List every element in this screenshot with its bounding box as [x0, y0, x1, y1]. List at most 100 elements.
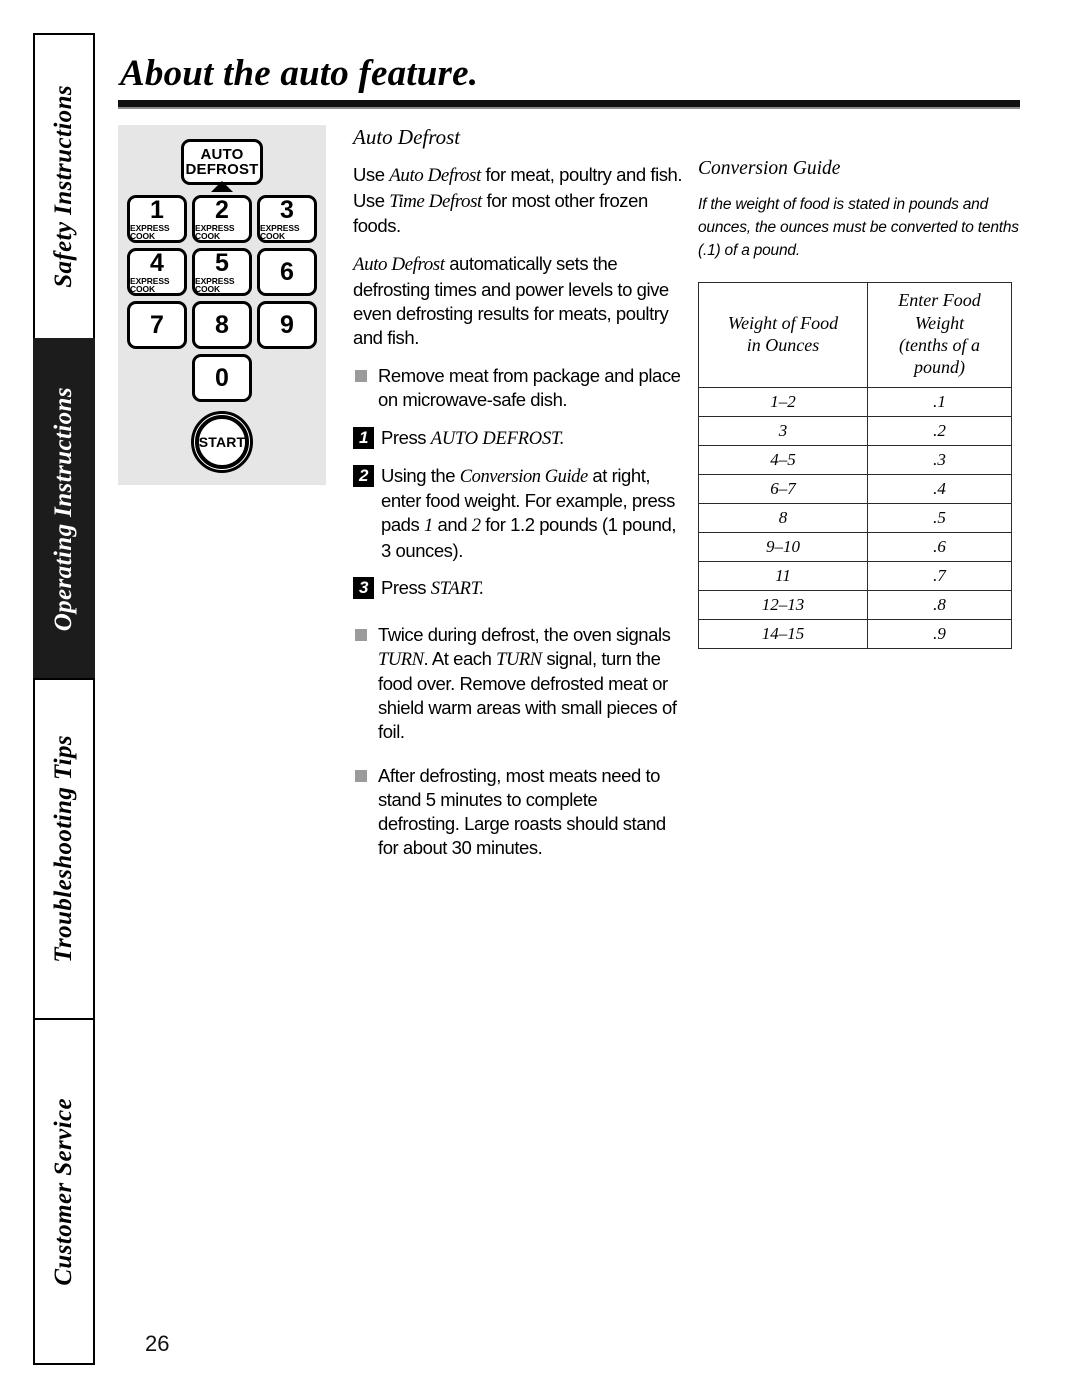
- header-line1: Weight of Food: [727, 312, 839, 333]
- text-frag: Press: [381, 427, 431, 449]
- step-2: 2 Using the Conversion Guide at right, e…: [353, 464, 683, 562]
- key-sublabel: EXPRESS COOK: [195, 275, 235, 294]
- key-number: 0: [215, 363, 229, 392]
- key-number: 8: [215, 310, 229, 339]
- cell-tenths: .3: [867, 444, 1012, 475]
- number-keypad: 1 EXPRESS COOK 2 EXPRESS COOK 3 EXPRESS …: [127, 195, 317, 402]
- cell-ounces: 3: [697, 415, 869, 446]
- key-sublabel: EXPRESS COOK: [260, 222, 300, 241]
- key-9[interactable]: 9: [257, 301, 317, 349]
- page-number: 26: [145, 1331, 170, 1356]
- cell-tenths: .4: [867, 473, 1012, 504]
- sidebar-item-label: Operating Instructions: [50, 386, 77, 632]
- text-frag: Using the: [381, 465, 460, 487]
- cell-tenths: .7: [867, 560, 1012, 591]
- text-frag-italic: Auto Defrost: [389, 165, 481, 186]
- bullet-standing-time: After defrosting, most meats need to sta…: [353, 764, 683, 860]
- sidebar-tabs: Safety Instructions Operating Instructio…: [33, 33, 95, 1365]
- step-number-badge: 3: [353, 576, 374, 599]
- text-frag-italic: AUTO DEFROST.: [430, 429, 565, 450]
- bullet-text: Remove meat from package and place on mi…: [378, 365, 681, 411]
- section-heading-auto-defrost: Auto Defrost: [353, 125, 461, 149]
- start-ring-inner: START: [195, 415, 249, 469]
- key-2[interactable]: 2 EXPRESS COOK: [192, 195, 252, 243]
- bullet-text: After defrosting, most meats need to sta…: [378, 764, 666, 858]
- text-frag-italic: Time Defrost: [389, 190, 482, 212]
- text-frag: and: [432, 514, 472, 536]
- key-number: 3: [280, 195, 294, 224]
- table-row: 9–10 .6: [697, 531, 1012, 562]
- column-header-weight-ounces: Weight of Food in Ounces: [697, 282, 869, 388]
- sidebar-item-label: Safety Instructions: [50, 85, 77, 288]
- key-1[interactable]: 1 EXPRESS COOK: [127, 195, 187, 243]
- text-frag: Press: [381, 576, 431, 598]
- key-4[interactable]: 4 EXPRESS COOK: [127, 248, 187, 296]
- keypad-diagram: AUTO DEFROST 1 EXPRESS COOK 2 EXPRESS CO…: [118, 125, 326, 485]
- sidebar-item-label: Customer Service: [50, 1097, 77, 1286]
- conversion-guide-column: Conversion Guide If the weight of food i…: [697, 158, 1020, 649]
- paragraph-auto-defrost-description: Auto Defrost automatically sets the defr…: [353, 252, 683, 350]
- main-text-column: Auto Defrost Use Auto Defrost for meat, …: [353, 125, 683, 874]
- page-title: About the auto feature.: [120, 53, 479, 94]
- table-row: 6–7 .4: [697, 473, 1012, 504]
- table-row: 12–13 .8: [697, 589, 1012, 620]
- auto-defrost-key[interactable]: AUTO DEFROST: [181, 139, 263, 185]
- bullet-turn-signal: Twice during defrost, the oven signals T…: [353, 623, 683, 744]
- text-frag-italic: TURN: [496, 649, 542, 670]
- cell-tenths: .5: [867, 502, 1012, 533]
- header-line2: (tenths of a pound): [899, 334, 980, 378]
- conversion-table: Weight of Food in Ounces Enter Food Weig…: [697, 282, 1012, 649]
- cell-tenths: .9: [867, 618, 1012, 649]
- key-7[interactable]: 7: [127, 301, 187, 349]
- cell-ounces: 6–7: [697, 473, 869, 504]
- table-row: 11 .7: [697, 560, 1012, 591]
- key-number: 7: [150, 310, 164, 339]
- sidebar-item-label: Troubleshooting Tips: [50, 735, 77, 963]
- square-bullet-icon: [355, 370, 367, 383]
- header-line2: in Ounces: [746, 334, 820, 355]
- conversion-guide-heading: Conversion Guide: [698, 158, 841, 179]
- header-line1: Enter Food Weight: [898, 290, 981, 333]
- cell-ounces: 14–15: [697, 618, 869, 649]
- step-1: 1 Press AUTO DEFROST.: [353, 426, 683, 451]
- cell-tenths: .6: [867, 531, 1012, 562]
- key-8[interactable]: 8: [192, 301, 252, 349]
- text-frag-italic: 1: [424, 516, 433, 537]
- key-3[interactable]: 3 EXPRESS COOK: [257, 195, 317, 243]
- key-sublabel: EXPRESS COOK: [195, 222, 235, 241]
- cell-ounces: 11: [697, 560, 869, 591]
- table-row: 14–15 .9: [697, 618, 1012, 649]
- key-number: 4: [150, 248, 164, 277]
- table-row: 4–5 .3: [697, 444, 1012, 475]
- cell-ounces: 1–2: [697, 386, 869, 417]
- key-number: 6: [280, 257, 294, 286]
- cell-tenths: .1: [867, 386, 1012, 417]
- sidebar-item-safety-instructions[interactable]: Safety Instructions: [33, 33, 95, 338]
- auto-defrost-key-line2: DEFROST: [185, 161, 259, 178]
- title-divider: [118, 100, 1020, 109]
- step-number-badge: 1: [353, 427, 374, 450]
- cell-ounces: 8: [697, 502, 869, 533]
- cell-tenths: .2: [867, 415, 1012, 446]
- table-row: 8 .5: [697, 502, 1012, 533]
- text-frag: Twice during defrost, the oven signals: [378, 623, 671, 645]
- key-5[interactable]: 5 EXPRESS COOK: [192, 248, 252, 296]
- sidebar-item-customer-service[interactable]: Customer Service: [33, 1018, 95, 1365]
- auto-defrost-key-wrap: AUTO DEFROST: [181, 139, 263, 192]
- text-frag-italic: 2: [471, 516, 481, 537]
- step-3: 3 Press START.: [353, 576, 683, 601]
- paragraph-use-auto-defrost: Use Auto Defrost for meat, poultry and f…: [353, 163, 683, 238]
- conversion-guide-note: If the weight of food is stated in pound…: [698, 196, 1019, 259]
- start-button[interactable]: START: [191, 411, 253, 473]
- sidebar-item-troubleshooting-tips[interactable]: Troubleshooting Tips: [33, 678, 95, 1018]
- square-bullet-icon: [355, 628, 367, 641]
- text-frag: Use: [353, 164, 390, 185]
- key-0[interactable]: 0: [192, 354, 252, 402]
- table-row: 3 .2: [697, 415, 1012, 446]
- page-content: About the auto feature. AUTO DEFROST 1 E…: [118, 0, 1080, 1397]
- text-frag: . At each: [423, 647, 497, 669]
- auto-defrost-key-line1: AUTO: [200, 145, 244, 163]
- key-6[interactable]: 6: [257, 248, 317, 296]
- text-frag-italic: Conversion Guide: [459, 467, 588, 488]
- sidebar-item-operating-instructions[interactable]: Operating Instructions: [33, 338, 95, 678]
